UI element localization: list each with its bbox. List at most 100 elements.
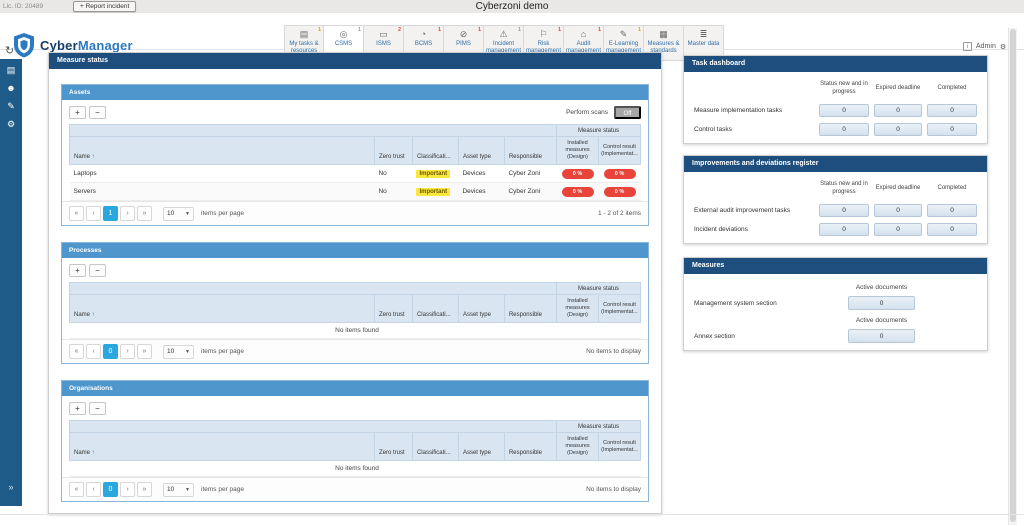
pagination-summary: 1 - 2 of 2 items [598, 210, 641, 217]
tab-badge: 1 [318, 27, 321, 33]
count-button[interactable]: 0 [874, 204, 922, 217]
table-row[interactable]: Laptops No Important Devices Cyber Zoni … [70, 165, 641, 183]
next-page-button[interactable]: › [120, 206, 135, 221]
col-installed-measures[interactable]: Installed measures (Design) [557, 433, 599, 461]
count-button[interactable]: 0 [819, 223, 869, 236]
processes-table: Measure status Name ↑ Zero trust Classif… [69, 282, 641, 339]
document-check-icon[interactable]: ▤ [0, 65, 22, 76]
col-status-new: Status new and in progress [819, 178, 869, 201]
col-name[interactable]: Name ↑ [70, 137, 375, 165]
row-label: Control tasks [694, 122, 814, 137]
scrollbar-thumb[interactable] [1010, 29, 1016, 522]
count-button[interactable]: 0 [848, 329, 915, 343]
sidebar-expand-icon[interactable]: » [0, 482, 22, 492]
count-button[interactable]: 0 [927, 104, 977, 117]
prev-page-button[interactable]: ‹ [86, 344, 101, 359]
col-control-result[interactable]: Control result (Implementat... [599, 295, 641, 323]
info-icon[interactable]: i [963, 42, 972, 51]
page-size-select[interactable]: 10 ▼ [163, 207, 194, 221]
assets-table: Measure status Name ↑ Zero trust Classif… [69, 124, 641, 201]
empty-state: No items found [70, 461, 641, 477]
col-name[interactable]: Name ↑ [70, 433, 375, 461]
vertical-scrollbar[interactable] [1008, 28, 1017, 525]
tab-badge: 1 [598, 27, 601, 33]
users-icon[interactable]: ☻ [0, 83, 22, 93]
last-page-button[interactable]: » [137, 206, 152, 221]
current-page-button[interactable]: 1 [103, 206, 118, 221]
remove-button[interactable]: − [89, 402, 106, 415]
page-size-select[interactable]: 10 ▼ [163, 483, 194, 497]
col-responsible[interactable]: Responsible [504, 295, 556, 323]
col-zero-trust[interactable]: Zero trust [374, 433, 412, 461]
col-zero-trust[interactable]: Zero trust [374, 137, 412, 165]
col-completed: Completed [927, 82, 977, 98]
task-dashboard-header: Task dashboard [684, 56, 987, 72]
pagination-summary: No items to display [586, 486, 641, 493]
count-button[interactable]: 0 [874, 104, 922, 117]
col-installed-measures[interactable]: Installed measures (Design) [557, 295, 599, 323]
next-page-button[interactable]: › [120, 482, 135, 497]
remove-button[interactable]: − [89, 264, 106, 277]
last-page-button[interactable]: » [137, 344, 152, 359]
control-result-badge[interactable]: 0 % [604, 169, 636, 179]
refresh-icon[interactable]: ↻ [5, 44, 14, 57]
count-button[interactable]: 0 [819, 123, 869, 136]
col-asset-type[interactable]: Asset type [458, 433, 504, 461]
page-size-select[interactable]: 10 ▼ [163, 345, 194, 359]
control-result-badge[interactable]: 0 % [604, 187, 636, 197]
col-expired-deadline: Expired deadline [874, 182, 922, 198]
remove-button[interactable]: − [89, 106, 106, 119]
col-status-new: Status new and in progress [819, 78, 869, 101]
first-page-button[interactable]: « [69, 206, 84, 221]
add-button[interactable]: + [69, 402, 86, 415]
count-button[interactable]: 0 [874, 123, 922, 136]
prev-page-button[interactable]: ‹ [86, 482, 101, 497]
installed-measures-badge[interactable]: 0 % [562, 169, 594, 179]
col-control-result[interactable]: Control result (Implementat... [599, 433, 641, 461]
classification-badge: Important [416, 170, 450, 178]
col-asset-type[interactable]: Asset type [458, 295, 504, 323]
count-button[interactable]: 0 [927, 223, 977, 236]
col-asset-type[interactable]: Asset type [458, 137, 504, 165]
count-button[interactable]: 0 [819, 204, 869, 217]
warning-icon: ⚠ [499, 29, 507, 40]
col-zero-trust[interactable]: Zero trust [374, 295, 412, 323]
app-window: Lic. ID: 20489 + Report incident Cyberzo… [0, 0, 1024, 526]
items-per-page-label: items per page [201, 210, 244, 217]
first-page-button[interactable]: « [69, 344, 84, 359]
col-classification[interactable]: Classificati... [412, 137, 458, 165]
first-page-button[interactable]: « [69, 482, 84, 497]
current-page-button[interactable]: 0 [103, 344, 118, 359]
admin-menu[interactable]: Admin [976, 43, 996, 50]
count-button[interactable]: 0 [927, 123, 977, 136]
count-button[interactable]: 0 [848, 296, 915, 310]
col-classification[interactable]: Classificati... [412, 295, 458, 323]
row-label: Annex section [694, 333, 834, 340]
count-button[interactable]: 0 [819, 104, 869, 117]
count-button[interactable]: 0 [874, 223, 922, 236]
admin-gear-icon[interactable]: ⚙ [1000, 43, 1006, 51]
scans-toggle[interactable]: Off [614, 106, 641, 119]
current-page-button[interactable]: 0 [103, 482, 118, 497]
col-responsible[interactable]: Responsible [504, 137, 556, 165]
col-control-result[interactable]: Control result (Implementat... [599, 137, 641, 165]
installed-measures-badge[interactable]: 0 % [562, 187, 594, 197]
table-row[interactable]: Servers No Important Devices Cyber Zoni … [70, 183, 641, 201]
gear-icon[interactable]: ⚙ [0, 119, 22, 130]
header-spacer [70, 125, 557, 137]
organisations-panel: Organisations + − Measure status Name ↑ … [61, 380, 649, 502]
last-page-button[interactable]: » [137, 482, 152, 497]
col-classification[interactable]: Classificati... [412, 433, 458, 461]
assets-toolbar: + − Perform scans Off [62, 100, 648, 124]
col-name[interactable]: Name ↑ [70, 295, 375, 323]
measure-status-panel: Measure status Assets + − Perform scans … [48, 52, 662, 514]
col-responsible[interactable]: Responsible [504, 433, 556, 461]
add-button[interactable]: + [69, 264, 86, 277]
count-button[interactable]: 0 [927, 204, 977, 217]
document-edit-icon[interactable]: ✎ [0, 101, 22, 112]
next-page-button[interactable]: › [120, 344, 135, 359]
add-button[interactable]: + [69, 106, 86, 119]
col-installed-measures[interactable]: Installed measures (Design) [557, 137, 599, 165]
row-label: External audit improvement tasks [694, 203, 814, 218]
prev-page-button[interactable]: ‹ [86, 206, 101, 221]
